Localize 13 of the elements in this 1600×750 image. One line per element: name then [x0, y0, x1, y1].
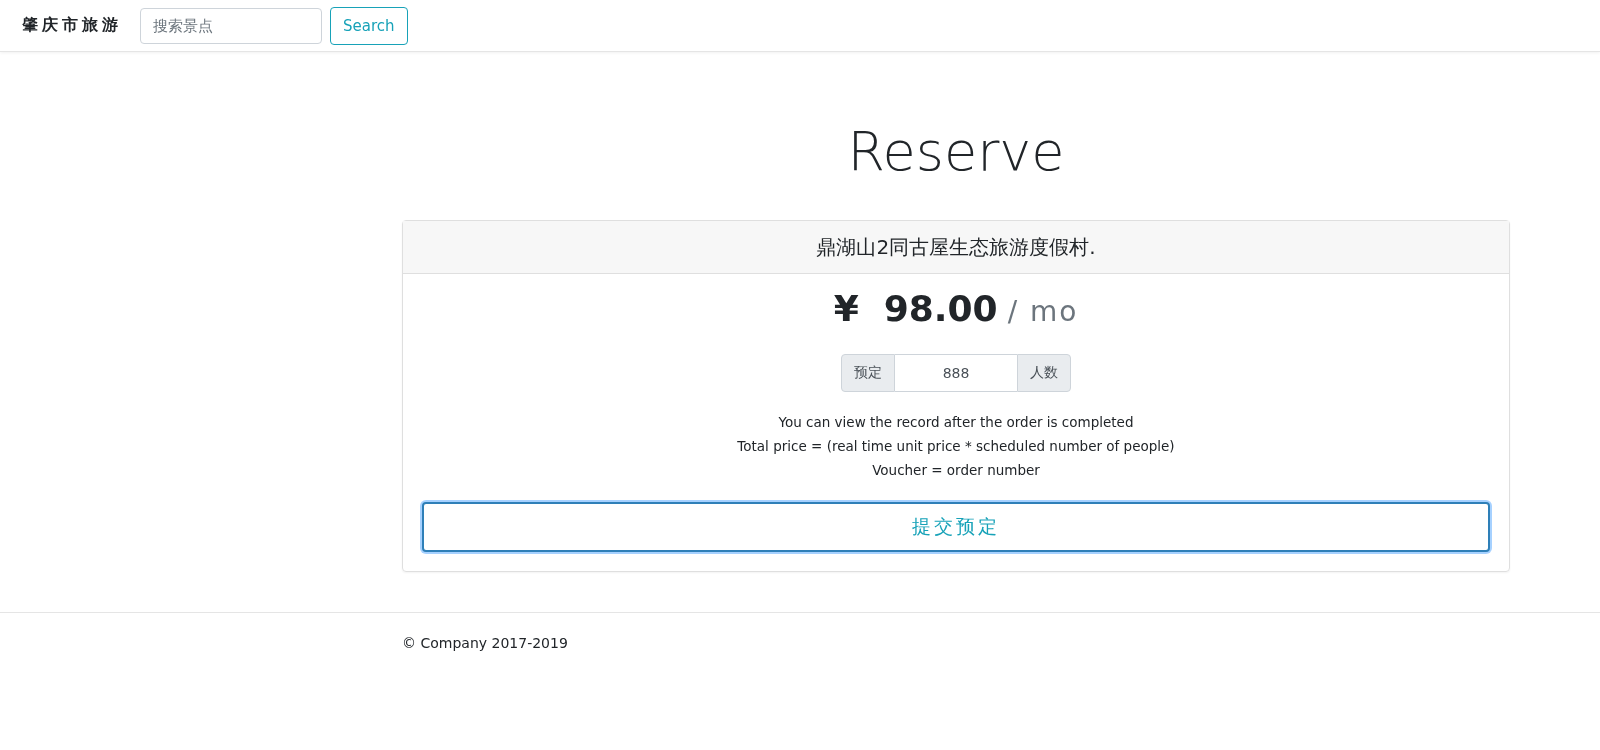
footer-copyright: © Company 2017-2019: [402, 635, 568, 651]
note-text: You can view the record after the order is completed: [778, 413, 1134, 432]
input-suffix: 人数: [1017, 354, 1071, 392]
note-text: Voucher = order number: [872, 461, 1040, 480]
page-heading: Reserve: [846, 119, 1066, 185]
resort-title: 鼎湖山2同古屋生态旅游度假村.: [816, 233, 1096, 261]
price-period: / mo: [1007, 295, 1079, 328]
price: ¥ 98.00: [833, 288, 998, 329]
note-text: Total price = (real time unit price * scheduled number of people): [737, 437, 1175, 456]
input-prefix: 预定: [841, 354, 895, 392]
people-count-field[interactable]: 888: [895, 354, 1017, 392]
search-field[interactable]: 搜索景点: [140, 7, 322, 44]
brand-logo[interactable]: 肇庆市旅游: [22, 15, 122, 36]
